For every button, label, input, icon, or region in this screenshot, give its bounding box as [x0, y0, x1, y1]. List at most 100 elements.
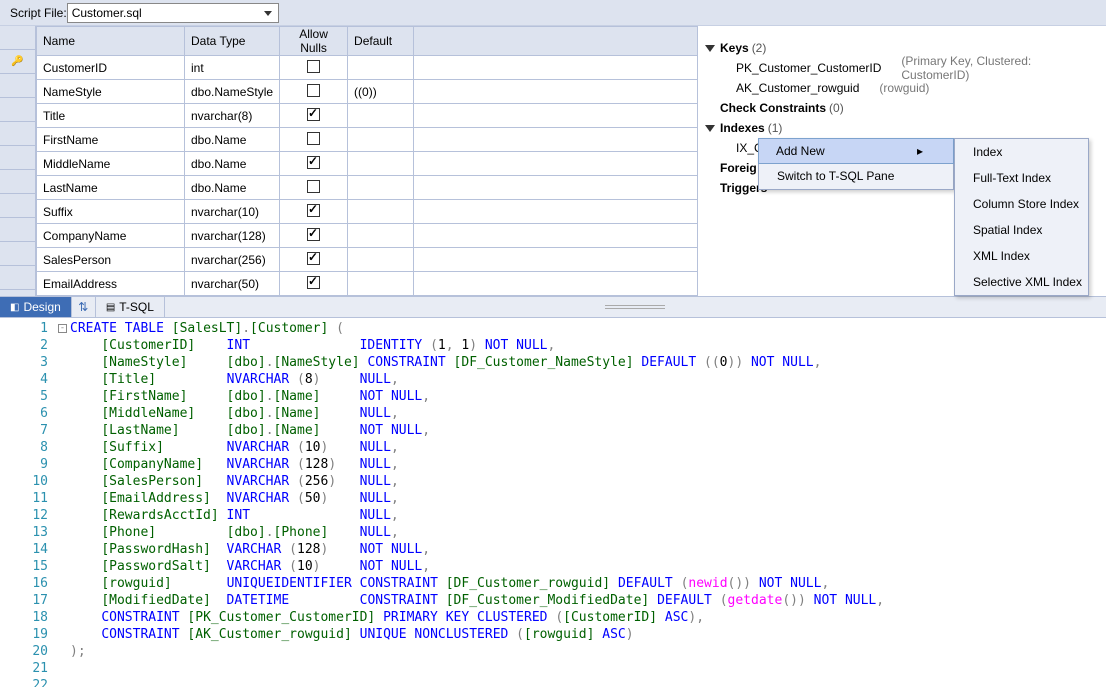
cell-type[interactable]: int	[185, 56, 280, 80]
cell-allow-nulls[interactable]	[280, 128, 348, 152]
cell-name[interactable]: EmailAddress	[37, 272, 185, 296]
row-header[interactable]	[0, 146, 35, 170]
checkbox-icon[interactable]	[307, 276, 320, 289]
fold-icon[interactable]: -	[58, 324, 67, 333]
columns-table[interactable]: Name Data Type Allow Nulls Default Custo…	[36, 26, 698, 296]
checkbox-icon[interactable]	[307, 204, 320, 217]
cell-default[interactable]	[348, 272, 414, 296]
cell-name[interactable]: CustomerID	[37, 56, 185, 80]
cell-default[interactable]	[348, 128, 414, 152]
row-header[interactable]	[0, 194, 35, 218]
cell-name[interactable]: LastName	[37, 176, 185, 200]
row-header[interactable]	[0, 74, 35, 98]
cell-allow-nulls[interactable]	[280, 56, 348, 80]
ctx-fulltext-index[interactable]: Full-Text Index	[955, 165, 1088, 191]
col-header-nulls[interactable]: Allow Nulls	[280, 27, 348, 56]
row-header[interactable]	[0, 98, 35, 122]
cell-name[interactable]: Suffix	[37, 200, 185, 224]
ctx-index[interactable]: Index	[955, 139, 1088, 165]
table-row[interactable]: CustomerIDint	[37, 56, 698, 80]
context-submenu[interactable]: Index Full-Text Index Column Store Index…	[954, 138, 1089, 296]
checkbox-icon[interactable]	[307, 132, 320, 145]
checkbox-icon[interactable]	[307, 252, 320, 265]
cell-name[interactable]: FirstName	[37, 128, 185, 152]
cell-allow-nulls[interactable]	[280, 104, 348, 128]
ctx-spatial-index[interactable]: Spatial Index	[955, 217, 1088, 243]
table-row[interactable]: MiddleNamedbo.Name	[37, 152, 698, 176]
cell-type[interactable]: dbo.Name	[185, 128, 280, 152]
cell-allow-nulls[interactable]	[280, 200, 348, 224]
table-row[interactable]: EmailAddressnvarchar(50)	[37, 272, 698, 296]
table-row[interactable]: SalesPersonnvarchar(256)	[37, 248, 698, 272]
check-constraints-node[interactable]: Check Constraints (0)	[706, 98, 1098, 118]
cell-default[interactable]	[348, 224, 414, 248]
cell-default[interactable]	[348, 104, 414, 128]
cell-default[interactable]	[348, 248, 414, 272]
row-header[interactable]	[0, 266, 35, 290]
cell-type[interactable]: nvarchar(256)	[185, 248, 280, 272]
cell-allow-nulls[interactable]	[280, 152, 348, 176]
col-header-default[interactable]: Default	[348, 27, 414, 56]
cell-name[interactable]: MiddleName	[37, 152, 185, 176]
checkbox-icon[interactable]	[307, 156, 320, 169]
pane-tabs: ◧Design ⇅ ▤T-SQL	[0, 296, 1106, 318]
cell-type[interactable]: nvarchar(128)	[185, 224, 280, 248]
object-scripting-panel: Keys (2) PK_Customer_CustomerID (Primary…	[698, 26, 1106, 296]
cell-type[interactable]: dbo.Name	[185, 176, 280, 200]
cell-name[interactable]: Title	[37, 104, 185, 128]
key-item[interactable]: PK_Customer_CustomerID (Primary Key, Clu…	[706, 58, 1098, 78]
cell-allow-nulls[interactable]	[280, 224, 348, 248]
cell-type[interactable]: nvarchar(50)	[185, 272, 280, 296]
col-header-type[interactable]: Data Type	[185, 27, 280, 56]
tab-design[interactable]: ◧Design	[0, 297, 72, 317]
cell-default[interactable]: ((0))	[348, 80, 414, 104]
table-row[interactable]: NameStyledbo.NameStyle ((0))	[37, 80, 698, 104]
ctx-add-new[interactable]: Add New▸	[758, 138, 954, 164]
script-file-dropdown[interactable]: Customer.sql	[67, 3, 279, 23]
table-row[interactable]: FirstNamedbo.Name	[37, 128, 698, 152]
cell-name[interactable]: NameStyle	[37, 80, 185, 104]
cell-default[interactable]	[348, 176, 414, 200]
checkbox-icon[interactable]	[307, 84, 320, 97]
tsql-editor[interactable]: 12345678910111213141516171819202122 - CR…	[0, 318, 1106, 687]
row-header[interactable]	[0, 170, 35, 194]
swap-panes-button[interactable]: ⇅	[72, 297, 96, 317]
row-header[interactable]	[0, 242, 35, 266]
row-header[interactable]	[0, 122, 35, 146]
ctx-columnstore-index[interactable]: Column Store Index	[955, 191, 1088, 217]
table-row[interactable]: Titlenvarchar(8)	[37, 104, 698, 128]
ctx-xml-index[interactable]: XML Index	[955, 243, 1088, 269]
context-menu[interactable]: Add New▸ Switch to T-SQL Pane ➤	[758, 138, 954, 190]
expand-icon	[705, 125, 715, 132]
checkbox-icon[interactable]	[307, 108, 320, 121]
table-row[interactable]: Suffixnvarchar(10)	[37, 200, 698, 224]
splitter-handle[interactable]	[165, 297, 1106, 317]
cell-default[interactable]	[348, 56, 414, 80]
cell-allow-nulls[interactable]	[280, 176, 348, 200]
cell-name[interactable]: CompanyName	[37, 224, 185, 248]
cell-allow-nulls[interactable]	[280, 80, 348, 104]
row-header-gutter: 🔑	[0, 26, 36, 296]
row-header[interactable]	[0, 218, 35, 242]
checkbox-icon[interactable]	[307, 180, 320, 193]
cell-type[interactable]: dbo.NameStyle	[185, 80, 280, 104]
cell-default[interactable]	[348, 200, 414, 224]
checkbox-icon[interactable]	[307, 228, 320, 241]
tab-tsql[interactable]: ▤T-SQL	[96, 297, 165, 317]
cell-allow-nulls[interactable]	[280, 248, 348, 272]
code-content[interactable]: CREATE TABLE [SalesLT].[Customer] ( [Cus…	[70, 318, 1106, 687]
ctx-switch-tsql[interactable]: Switch to T-SQL Pane	[759, 163, 953, 189]
col-header-name[interactable]: Name	[37, 27, 185, 56]
indexes-node[interactable]: Indexes (1)	[706, 118, 1098, 138]
cell-type[interactable]: nvarchar(8)	[185, 104, 280, 128]
cell-default[interactable]	[348, 152, 414, 176]
ctx-selective-xml-index[interactable]: Selective XML Index	[955, 269, 1088, 295]
cell-type[interactable]: dbo.Name	[185, 152, 280, 176]
cell-allow-nulls[interactable]	[280, 272, 348, 296]
table-row[interactable]: CompanyNamenvarchar(128)	[37, 224, 698, 248]
checkbox-icon[interactable]	[307, 60, 320, 73]
cell-type[interactable]: nvarchar(10)	[185, 200, 280, 224]
table-row[interactable]: LastNamedbo.Name	[37, 176, 698, 200]
row-header[interactable]: 🔑	[0, 50, 35, 74]
cell-name[interactable]: SalesPerson	[37, 248, 185, 272]
